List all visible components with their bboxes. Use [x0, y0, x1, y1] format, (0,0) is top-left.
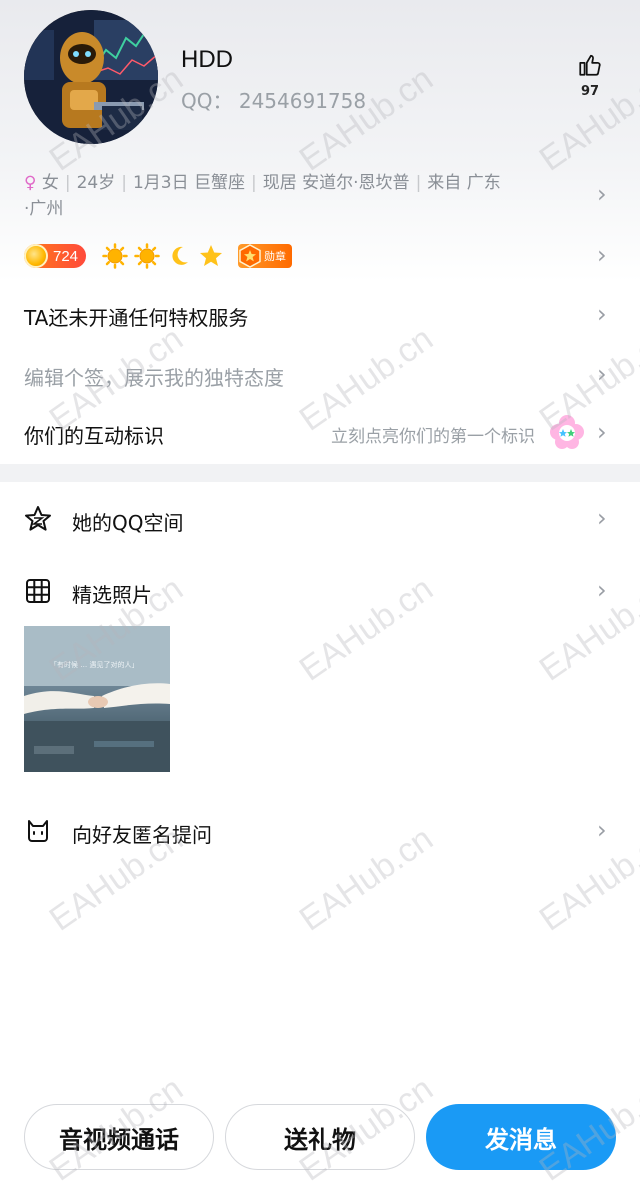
level-chevron-icon[interactable]: › — [597, 241, 607, 269]
signature-placeholder[interactable]: 编辑个签，展示我的独特态度 — [24, 362, 284, 391]
female-icon: ♀ — [24, 173, 37, 193]
featured-photo[interactable]: 「有时候 … 遇见了对的人」 — [24, 626, 170, 772]
holding-hands-photo — [24, 626, 170, 772]
thumbs-up-icon — [579, 54, 601, 76]
level-badge: 724 — [24, 244, 87, 268]
avatar[interactable] — [24, 10, 158, 144]
medal-badge: 勋章 — [238, 244, 293, 268]
like-button[interactable]: 97 — [572, 52, 608, 102]
robot-avatar-image — [24, 10, 158, 144]
anon-question-chevron-icon[interactable]: › — [597, 816, 607, 844]
sun-icon — [134, 243, 160, 269]
info-chevron-icon[interactable]: › — [597, 180, 607, 208]
interaction-hint[interactable]: 立刻点亮你们的第一个标识 — [331, 422, 535, 447]
location-text: 现居 安道尔·恩坎普 — [262, 173, 410, 193]
qzone-menu-item[interactable]: 她的QQ空间 — [72, 507, 183, 536]
photo-caption: 「有时候 … 遇见了对的人」 — [50, 661, 139, 669]
send-message-button[interactable]: 发消息 — [426, 1104, 616, 1170]
anon-question-menu-item[interactable]: 向好友匿名提问 — [72, 819, 212, 848]
hometown-text: 来自 广东 — [427, 173, 501, 193]
level-coin-icon — [24, 244, 48, 268]
signature-chevron-icon[interactable]: › — [597, 360, 607, 388]
like-count: 97 — [580, 84, 600, 99]
interaction-chevron-icon[interactable]: › — [597, 418, 607, 446]
moon-icon — [172, 246, 189, 265]
level-value: 724 — [53, 247, 79, 265]
watermark: EAHub.cn — [292, 569, 440, 689]
age-text: 24岁 — [76, 173, 116, 193]
watermark: EAHub.cn — [532, 569, 640, 689]
profile-name: HDD — [181, 46, 233, 73]
star-icon — [200, 245, 223, 266]
interaction-label: 你们的互动标识 — [24, 424, 164, 448]
profile-info-row[interactable]: ♀ 女 | 24岁 | 1月3日 巨蟹座 | 现居 安道尔·恩坎普 | 来自 广东 ·广州 — [24, 170, 584, 222]
photos-chevron-icon[interactable]: › — [597, 576, 607, 604]
privilege-chevron-icon[interactable]: › — [597, 300, 607, 328]
medal-label: 勋章 — [264, 250, 287, 263]
grid-icon — [24, 577, 52, 609]
watermark: EAHub.cn — [532, 819, 640, 939]
send-gift-button[interactable]: 送礼物 — [225, 1104, 415, 1170]
sun-icon — [102, 243, 128, 269]
hometown-city-text: ·广州 — [24, 199, 64, 219]
flower-icon — [550, 415, 584, 449]
gender-text: 女 — [41, 173, 59, 193]
photos-menu-item[interactable]: 精选照片 — [72, 579, 152, 608]
level-row[interactable]: 724 勋章 — [24, 242, 293, 270]
medal-hex-icon — [239, 244, 261, 268]
qzone-star-icon — [24, 505, 52, 537]
cat-icon — [24, 817, 52, 849]
section-divider — [0, 464, 640, 482]
watermark: EAHub.cn — [292, 819, 440, 939]
qq-number: QQ： 2454691758 — [181, 89, 367, 113]
av-call-button[interactable]: 音视频通话 — [24, 1104, 214, 1170]
privilege-text[interactable]: TA还未开通任何特权服务 — [24, 302, 248, 331]
birthday-text: 1月3日 巨蟹座 — [132, 173, 246, 193]
qzone-chevron-icon[interactable]: › — [597, 504, 607, 532]
